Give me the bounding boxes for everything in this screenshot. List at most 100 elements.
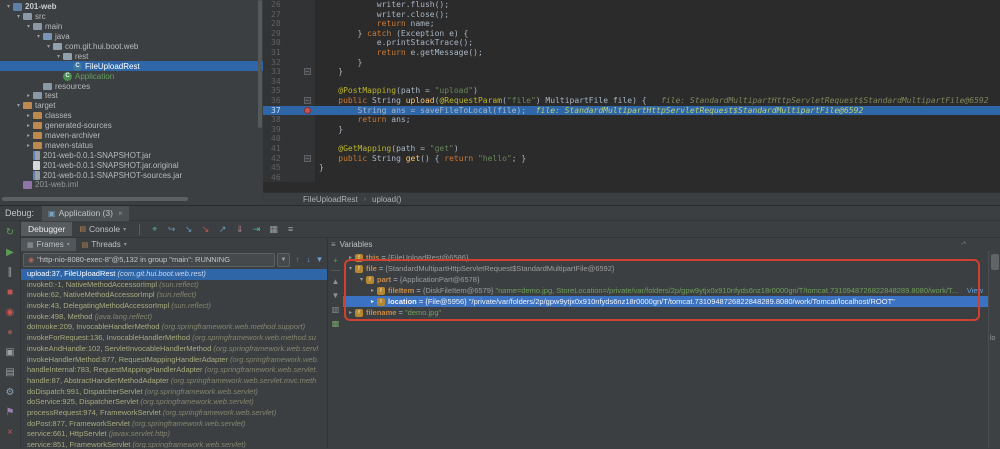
step-into-icon[interactable]: ↘ bbox=[180, 224, 197, 235]
line-number[interactable]: 45 bbox=[263, 163, 299, 173]
chevron-down-icon[interactable]: ▾ bbox=[54, 53, 63, 60]
stack-frame-row[interactable]: invokeAndHandle:102, ServletInvocableHan… bbox=[21, 344, 327, 355]
thread-dump-icon[interactable]: ▣ bbox=[0, 342, 21, 362]
view-value-link[interactable]: View bbox=[967, 286, 983, 295]
tree-item[interactable]: ▸test bbox=[0, 91, 263, 101]
fold-icon[interactable]: − bbox=[304, 68, 311, 75]
chevron-down-icon[interactable]: ▾ bbox=[4, 3, 13, 10]
rerun-icon[interactable]: ↻ bbox=[0, 222, 21, 242]
mute-breakpoints-icon[interactable]: ● bbox=[0, 322, 21, 342]
tree-item[interactable]: ▸classes bbox=[0, 111, 263, 121]
thread-dropdown-arrow[interactable]: ▼ bbox=[277, 253, 290, 267]
chevron-down-icon[interactable]: ▾ bbox=[346, 265, 355, 272]
chevron-right-icon[interactable]: ▸ bbox=[368, 287, 377, 294]
preview-icon[interactable]: ▩ bbox=[328, 316, 343, 330]
variable-row[interactable]: ▸ffilename = "demo.jpg" bbox=[343, 307, 988, 318]
gutter-fold-column[interactable] bbox=[299, 0, 315, 10]
chevron-right-icon[interactable]: ▸ bbox=[368, 298, 377, 305]
navigate-down-icon[interactable]: ▼ bbox=[328, 288, 343, 302]
stack-frame-row[interactable]: handle:87, AbstractHandlerMethodAdapter … bbox=[21, 376, 327, 387]
tree-item[interactable]: ▾201-web bbox=[0, 2, 263, 12]
chevron-down-icon[interactable]: ▾ bbox=[357, 276, 366, 283]
stack-frame-row[interactable]: invoke0:-1, NativeMethodAccessorImpl (su… bbox=[21, 280, 327, 291]
variables-scrollbar-strip[interactable]: lo bbox=[988, 251, 1000, 448]
tree-item[interactable]: ▸generated-sources bbox=[0, 121, 263, 131]
stack-frame-row[interactable]: doInvoke:209, InvocableHandlerMethod (or… bbox=[21, 322, 327, 333]
chevron-right-icon[interactable]: ▸ bbox=[24, 112, 33, 119]
tree-item[interactable]: 201-web-0.0.1-SNAPSHOT-sources.jar bbox=[0, 170, 263, 180]
chevron-right-icon[interactable]: ▸ bbox=[346, 309, 355, 316]
tree-vertical-scrollbar[interactable] bbox=[258, 0, 262, 128]
gutter-fold-column[interactable] bbox=[299, 77, 315, 87]
filter-frames-icon[interactable]: ▼ bbox=[314, 255, 325, 264]
fold-icon[interactable]: − bbox=[304, 155, 311, 162]
code-line[interactable]: 38 return ans; bbox=[263, 115, 1000, 125]
line-number[interactable]: 26 bbox=[263, 0, 299, 10]
chevron-down-icon[interactable]: ▾ bbox=[14, 13, 23, 20]
show-execution-point-icon[interactable]: ⌖ bbox=[146, 224, 163, 235]
gutter-fold-column[interactable] bbox=[299, 19, 315, 29]
code-line[interactable]: 37 String ans = saveFileToLocal(file); f… bbox=[263, 106, 1000, 116]
code-line[interactable]: 31 return e.getMessage(); bbox=[263, 48, 1000, 58]
frame-up-icon[interactable]: ↑ bbox=[292, 255, 303, 264]
stack-frame-row[interactable]: invoke:43, DelegatingMethodAccessorImpl … bbox=[21, 301, 327, 312]
code-line[interactable]: 35 @PostMapping(path = "upload") bbox=[263, 86, 1000, 96]
stop-icon[interactable]: ■ bbox=[0, 282, 21, 302]
thread-dropdown[interactable]: ◉ "http-nio-8080-exec-8"@5,132 in group … bbox=[23, 253, 275, 267]
tree-horizontal-scrollbar[interactable] bbox=[2, 197, 188, 201]
code-line[interactable]: 26 writer.flush(); bbox=[263, 0, 1000, 10]
chevron-right-icon[interactable]: ▸ bbox=[346, 254, 355, 261]
tab-debugger[interactable]: Debugger bbox=[21, 222, 72, 236]
tab-frames[interactable]: ▦ Frames ▾ bbox=[21, 238, 76, 251]
tree-item[interactable]: CFileUploadRest bbox=[0, 61, 263, 71]
line-number[interactable]: 27 bbox=[263, 10, 299, 20]
tree-item[interactable]: ▾com.git.hui.boot.web bbox=[0, 42, 263, 52]
step-over-icon[interactable]: ↪ bbox=[163, 224, 180, 235]
frame-down-icon[interactable]: ↓ bbox=[303, 255, 314, 264]
tree-item[interactable]: ▾target bbox=[0, 101, 263, 111]
code-line[interactable]: 30 e.printStackTrace(); bbox=[263, 38, 1000, 48]
chevron-right-icon[interactable]: ▸ bbox=[24, 92, 33, 99]
code-line[interactable]: 28 return name; bbox=[263, 19, 1000, 29]
gutter-fold-column[interactable] bbox=[299, 10, 315, 20]
stack-frame-row[interactable]: invoke:62, NativeMethodAccessorImpl (sun… bbox=[21, 290, 327, 301]
project-tree-panel[interactable]: ▾201-web▾src▾main▾java▾com.git.hui.boot.… bbox=[0, 0, 263, 205]
evaluate-expression-icon[interactable]: ▦ bbox=[265, 224, 282, 235]
stack-frame-row[interactable]: handleInternal:783, RequestMappingHandle… bbox=[21, 365, 327, 376]
breakpoint-icon[interactable] bbox=[304, 107, 311, 114]
line-number[interactable]: 39 bbox=[263, 125, 299, 135]
variables-menu-icon[interactable]: ≡ bbox=[331, 240, 336, 249]
code-line[interactable]: 34 bbox=[263, 77, 1000, 87]
line-number[interactable]: 33 bbox=[263, 67, 299, 77]
gutter-fold-column[interactable] bbox=[299, 134, 315, 144]
variables-tree[interactable]: ▸fthis = {FileUploadRest@6586}▾ffile = {… bbox=[343, 251, 988, 448]
stack-frame-row[interactable]: doPost:877, FrameworkServlet (org.spring… bbox=[21, 419, 327, 430]
stack-frame-row[interactable]: doDispatch:991, DispatcherServlet (org.s… bbox=[21, 387, 327, 398]
chevron-down-icon[interactable]: ▾ bbox=[14, 102, 23, 109]
gutter-fold-column[interactable] bbox=[299, 163, 315, 173]
force-step-into-icon[interactable]: ↘ bbox=[197, 224, 214, 235]
code-line[interactable]: 45} bbox=[263, 163, 1000, 173]
variable-row[interactable]: ▾fpart = {ApplicationPart@6578} bbox=[343, 274, 988, 285]
tree-item[interactable]: 201-web-0.0.1-SNAPSHOT.jar.original bbox=[0, 160, 263, 170]
line-number[interactable]: 34 bbox=[263, 77, 299, 87]
code-line[interactable]: 46 bbox=[263, 173, 1000, 183]
frames-list[interactable]: upload:37, FileUploadRest (com.git.hui.b… bbox=[21, 268, 327, 448]
tree-item[interactable]: ▾rest bbox=[0, 51, 263, 61]
code-line[interactable]: 32 } bbox=[263, 58, 1000, 68]
tree-item[interactable]: CApplication bbox=[0, 71, 263, 81]
gutter-fold-column[interactable]: − bbox=[299, 154, 315, 164]
tree-item[interactable]: resources bbox=[0, 81, 263, 91]
stack-frame-row[interactable]: invoke:498, Method (java.lang.reflect) bbox=[21, 312, 327, 323]
stack-frame-row[interactable]: upload:37, FileUploadRest (com.git.hui.b… bbox=[21, 269, 327, 280]
layout-settings-icon[interactable]: ≡ bbox=[282, 224, 299, 234]
tree-item[interactable]: ▾src bbox=[0, 12, 263, 22]
tab-console[interactable]: ▤ Console ▾ bbox=[72, 222, 133, 236]
line-number[interactable]: 36 bbox=[263, 96, 299, 106]
tree-item[interactable]: 201-web.iml bbox=[0, 180, 263, 190]
scrollbar-thumb[interactable] bbox=[991, 254, 999, 270]
code-line[interactable]: 41 @GetMapping(path = "get") bbox=[263, 144, 1000, 154]
line-number[interactable]: 29 bbox=[263, 29, 299, 39]
pin-icon[interactable]: ⚑ bbox=[0, 402, 21, 422]
run-to-cursor-icon[interactable]: ⇥ bbox=[248, 224, 265, 235]
